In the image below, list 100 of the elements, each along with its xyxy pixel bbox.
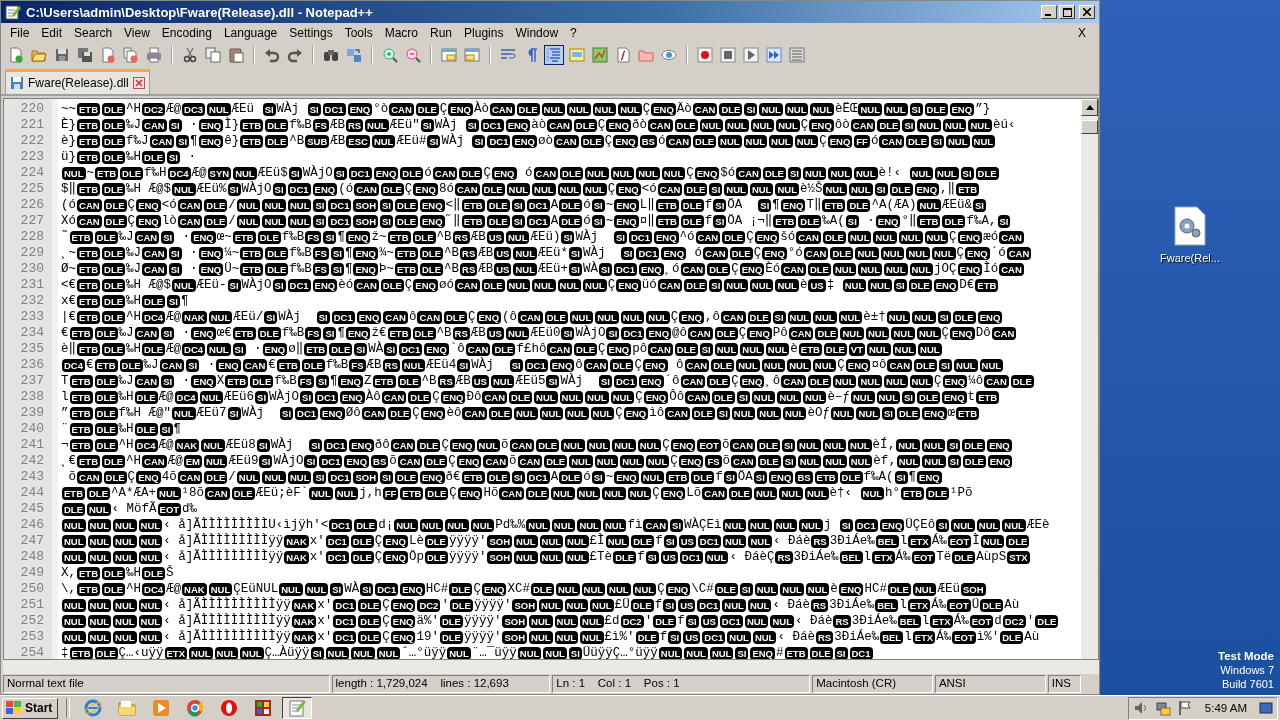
- code-text: ø‖: [288, 341, 304, 357]
- control-character: ETB: [976, 390, 1000, 404]
- sync-vertical-icon[interactable]: [439, 45, 459, 65]
- stop-icon[interactable]: [718, 45, 738, 65]
- document-map-icon[interactable]: [590, 45, 610, 65]
- control-character: RS: [460, 262, 478, 276]
- horizontal-scrollbar[interactable]: [3, 660, 1099, 674]
- zoom-in-icon[interactable]: [380, 45, 400, 65]
- scroll-thumb[interactable]: [1081, 120, 1098, 134]
- menu-item[interactable]: Edit: [35, 25, 69, 40]
- control-character: NUL: [62, 166, 86, 180]
- control-character: SI: [309, 438, 323, 452]
- sync-horizontal-icon[interactable]: [462, 45, 482, 65]
- zoom-out-icon[interactable]: [403, 45, 423, 65]
- fast-forward-icon[interactable]: [764, 45, 784, 65]
- control-character: ENQ: [136, 198, 161, 212]
- notepad-icon[interactable]: [282, 697, 313, 719]
- paste-icon[interactable]: [226, 45, 246, 65]
- control-character: ETB: [395, 262, 418, 276]
- code-text: Ç: [382, 629, 390, 645]
- control-character: NUL: [873, 230, 897, 244]
- code-text: ô: [408, 309, 417, 325]
- control-character: SI: [685, 614, 699, 628]
- control-character: CAN: [657, 278, 683, 292]
- control-character: US: [486, 326, 504, 340]
- network-icon[interactable]: [1154, 700, 1171, 716]
- control-character: ETB: [95, 166, 119, 180]
- control-character: NUL: [799, 518, 823, 532]
- menu-item[interactable]: ?: [564, 25, 583, 40]
- control-character: DLE: [631, 534, 655, 548]
- control-character: ENQ: [549, 358, 575, 372]
- menu-item[interactable]: Tools: [338, 25, 379, 40]
- control-character: DLE: [757, 438, 781, 452]
- control-character: ENQ: [614, 470, 639, 484]
- minimize-button[interactable]: [1041, 5, 1057, 19]
- control-character: NUL: [906, 246, 930, 260]
- play-icon[interactable]: [741, 45, 761, 65]
- file-tab[interactable]: Fware(Release).dll: [5, 69, 150, 94]
- code-text: ÆEü%: [196, 181, 227, 197]
- control-character: CAN: [991, 326, 1017, 340]
- scroll-up-icon[interactable]: [1085, 105, 1094, 110]
- menu-item[interactable]: File: [4, 25, 36, 40]
- desktop-icon-label[interactable]: Fware(Rel...: [1160, 252, 1220, 264]
- control-character: NUL: [605, 534, 630, 548]
- menu-item[interactable]: Macro: [378, 25, 424, 40]
- control-character: SI: [561, 230, 575, 244]
- close-button[interactable]: [1079, 5, 1095, 19]
- control-character: NUL: [62, 534, 86, 548]
- record-icon[interactable]: [695, 45, 715, 65]
- control-character: DC2: [142, 102, 166, 116]
- control-character: ENQ: [639, 374, 664, 388]
- code-text: Ç: [448, 453, 456, 469]
- control-character: DLE: [952, 310, 976, 324]
- code-text: ‰H: [118, 421, 134, 437]
- maximize-button[interactable]: [1059, 5, 1075, 19]
- vertical-scrollbar[interactable]: [1081, 99, 1098, 659]
- code-text: ^B: [436, 325, 452, 341]
- menu-item[interactable]: Settings: [283, 25, 339, 40]
- control-character: SI: [272, 182, 286, 196]
- clock[interactable]: 5:49 AM: [1198, 702, 1253, 714]
- control-character: SI: [772, 310, 786, 324]
- print-icon[interactable]: [144, 45, 164, 65]
- start-button[interactable]: Start: [2, 697, 59, 719]
- control-character: NUL: [470, 518, 495, 532]
- menu-item[interactable]: Search: [68, 25, 119, 40]
- save-all-icon[interactable]: [75, 45, 95, 65]
- code-text: Ç: [432, 389, 440, 405]
- control-character: CAN: [730, 438, 756, 452]
- show-desktop-icon[interactable]: [1259, 701, 1273, 715]
- copy-icon[interactable]: [203, 45, 223, 65]
- control-character: DLE: [102, 134, 125, 148]
- control-character: NUL: [780, 582, 804, 596]
- control-character: NUL: [541, 102, 566, 116]
- menu-item[interactable]: Language: [217, 25, 284, 40]
- speaker-icon[interactable]: [1132, 700, 1149, 716]
- control-character: EOT: [947, 534, 972, 548]
- code-text: f: [655, 533, 663, 549]
- menu-item[interactable]: Window: [509, 25, 565, 40]
- control-character: ENQ: [340, 390, 365, 404]
- code-text: ¨: [61, 421, 69, 437]
- menu-item[interactable]: View: [118, 25, 156, 40]
- code-text: Á‰: [931, 533, 947, 549]
- code-text: Ç…Àüÿÿ: [264, 645, 310, 659]
- control-character: NUL: [565, 550, 589, 564]
- control-character: DLE: [544, 310, 568, 324]
- menu-item[interactable]: Plugins: [458, 25, 510, 40]
- flag-icon[interactable]: [1176, 700, 1193, 716]
- menu-item[interactable]: Encoding: [155, 25, 218, 40]
- control-character: SOH: [961, 582, 986, 596]
- close-icon[interactable]: [132, 77, 145, 89]
- control-character: SI: [839, 518, 853, 532]
- control-character: SI: [427, 134, 441, 148]
- control-character: SI: [232, 342, 246, 356]
- code-text: XC#: [507, 581, 530, 597]
- control-character: ENQ: [413, 182, 438, 196]
- indent-guide-icon[interactable]: [544, 45, 564, 65]
- menu-item[interactable]: Run: [424, 25, 459, 40]
- close-document-button[interactable]: X: [1068, 25, 1096, 40]
- file-gears-icon[interactable]: [1173, 206, 1207, 246]
- code-text: £Tè: [589, 549, 613, 565]
